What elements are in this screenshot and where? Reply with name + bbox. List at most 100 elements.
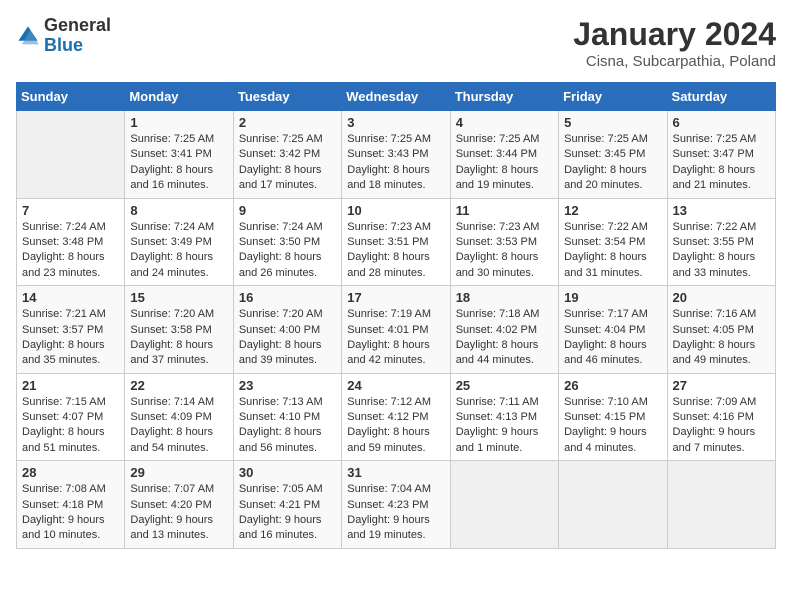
day-number: 26 [564, 378, 661, 393]
calendar-title: January 2024 [573, 16, 776, 53]
day-number: 16 [239, 290, 336, 305]
calendar-cell: 18 Sunrise: 7:18 AMSunset: 4:02 PMDayligh… [450, 286, 558, 374]
calendar-cell [559, 461, 667, 549]
calendar-cell: 2 Sunrise: 7:25 AMSunset: 3:42 PMDaylight… [233, 111, 341, 199]
calendar-cell: 24 Sunrise: 7:12 AMSunset: 4:12 PMDayligh… [342, 373, 450, 461]
day-info: Sunrise: 7:05 AMSunset: 4:21 PMDaylight:… [239, 482, 336, 544]
day-number: 1 [130, 115, 227, 130]
day-info: Sunrise: 7:17 AMSunset: 4:04 PMDaylight:… [564, 307, 661, 369]
calendar-cell: 26 Sunrise: 7:10 AMSunset: 4:15 PMDayligh… [559, 373, 667, 461]
day-info: Sunrise: 7:23 AMSunset: 3:51 PMDaylight:… [347, 220, 444, 282]
calendar-cell: 17 Sunrise: 7:19 AMSunset: 4:01 PMDayligh… [342, 286, 450, 374]
day-number: 19 [564, 290, 661, 305]
day-info: Sunrise: 7:25 AMSunset: 3:47 PMDaylight:… [673, 132, 770, 194]
calendar-cell: 16 Sunrise: 7:20 AMSunset: 4:00 PMDayligh… [233, 286, 341, 374]
day-info: Sunrise: 7:14 AMSunset: 4:09 PMDaylight:… [130, 395, 227, 457]
calendar-cell: 22 Sunrise: 7:14 AMSunset: 4:09 PMDayligh… [125, 373, 233, 461]
day-info: Sunrise: 7:15 AMSunset: 4:07 PMDaylight:… [22, 395, 119, 457]
day-info: Sunrise: 7:24 AMSunset: 3:49 PMDaylight:… [130, 220, 227, 282]
day-number: 24 [347, 378, 444, 393]
day-number: 18 [456, 290, 553, 305]
calendar-subtitle: Cisna, Subcarpathia, Poland [573, 53, 776, 70]
calendar-cell: 11 Sunrise: 7:23 AMSunset: 3:53 PMDayligh… [450, 198, 558, 286]
day-info: Sunrise: 7:04 AMSunset: 4:23 PMDaylight:… [347, 482, 444, 544]
calendar-cell: 4Sunrise: 7:25 AMSunset: 3:44 PMDaylight… [450, 111, 558, 199]
day-number: 3 [347, 115, 444, 130]
calendar-cell: 21 Sunrise: 7:15 AMSunset: 4:07 PMDayligh… [17, 373, 125, 461]
weekday-header-saturday: Saturday [667, 83, 775, 111]
day-number: 21 [22, 378, 119, 393]
title-block: January 2024 Cisna, Subcarpathia, Poland [573, 16, 776, 70]
day-number: 22 [130, 378, 227, 393]
day-info: Sunrise: 7:07 AMSunset: 4:20 PMDaylight:… [130, 482, 227, 544]
calendar-cell: 6 Sunrise: 7:25 AMSunset: 3:47 PMDaylight… [667, 111, 775, 199]
day-number: 8 [130, 203, 227, 218]
calendar-cell: 14 Sunrise: 7:21 AMSunset: 3:57 PMDayligh… [17, 286, 125, 374]
calendar-cell: 3 Sunrise: 7:25 AMSunset: 3:43 PMDaylight… [342, 111, 450, 199]
day-info: Sunrise: 7:21 AMSunset: 3:57 PMDaylight:… [22, 307, 119, 369]
logo-text: General Blue [44, 16, 111, 56]
day-number: 30 [239, 465, 336, 480]
day-number: 17 [347, 290, 444, 305]
day-number: 9 [239, 203, 336, 218]
weekday-header-monday: Monday [125, 83, 233, 111]
day-number: 31 [347, 465, 444, 480]
calendar-cell: 1Sunrise: 7:25 AMSunset: 3:41 PMDaylight… [125, 111, 233, 199]
calendar-cell: 8 Sunrise: 7:24 AMSunset: 3:49 PMDaylight… [125, 198, 233, 286]
day-number: 23 [239, 378, 336, 393]
day-info: Sunrise: 7:19 AMSunset: 4:01 PMDaylight:… [347, 307, 444, 369]
day-number: 2 [239, 115, 336, 130]
calendar-cell [450, 461, 558, 549]
calendar-cell: 31 Sunrise: 7:04 AMSunset: 4:23 PMDayligh… [342, 461, 450, 549]
day-number: 28 [22, 465, 119, 480]
page-header: General Blue January 2024 Cisna, Subcarp… [16, 16, 776, 70]
day-info: Sunrise: 7:22 AMSunset: 3:54 PMDaylight:… [564, 220, 661, 282]
weekday-header-sunday: Sunday [17, 83, 125, 111]
day-info: Sunrise: 7:18 AMSunset: 4:02 PMDaylight:… [456, 307, 553, 369]
day-number: 11 [456, 203, 553, 218]
day-info: Sunrise: 7:20 AMSunset: 3:58 PMDaylight:… [130, 307, 227, 369]
day-info: Sunrise: 7:25 AMSunset: 3:42 PMDaylight:… [239, 132, 336, 194]
weekday-header-thursday: Thursday [450, 83, 558, 111]
calendar-cell [17, 111, 125, 199]
weekday-header-wednesday: Wednesday [342, 83, 450, 111]
day-info: Sunrise: 7:24 AMSunset: 3:48 PMDaylight:… [22, 220, 119, 282]
calendar-cell: 28 Sunrise: 7:08 AMSunset: 4:18 PMDayligh… [17, 461, 125, 549]
calendar-cell: 27Sunrise: 7:09 AMSunset: 4:16 PMDayligh… [667, 373, 775, 461]
calendar-cell: 19 Sunrise: 7:17 AMSunset: 4:04 PMDayligh… [559, 286, 667, 374]
day-info: Sunrise: 7:08 AMSunset: 4:18 PMDaylight:… [22, 482, 119, 544]
day-info: Sunrise: 7:20 AMSunset: 4:00 PMDaylight:… [239, 307, 336, 369]
day-info: Sunrise: 7:12 AMSunset: 4:12 PMDaylight:… [347, 395, 444, 457]
day-number: 15 [130, 290, 227, 305]
day-number: 12 [564, 203, 661, 218]
day-number: 14 [22, 290, 119, 305]
day-number: 29 [130, 465, 227, 480]
day-info: Sunrise: 7:10 AMSunset: 4:15 PMDaylight:… [564, 395, 661, 457]
day-info: Sunrise: 7:23 AMSunset: 3:53 PMDaylight:… [456, 220, 553, 282]
calendar-cell: 20Sunrise: 7:16 AMSunset: 4:05 PMDayligh… [667, 286, 775, 374]
day-number: 13 [673, 203, 770, 218]
calendar-cell: 23Sunrise: 7:13 AMSunset: 4:10 PMDayligh… [233, 373, 341, 461]
calendar-cell: 12 Sunrise: 7:22 AMSunset: 3:54 PMDayligh… [559, 198, 667, 286]
logo: General Blue [16, 16, 111, 56]
day-info: Sunrise: 7:11 AMSunset: 4:13 PMDaylight:… [456, 395, 553, 457]
day-number: 6 [673, 115, 770, 130]
calendar-cell: 13 Sunrise: 7:22 AMSunset: 3:55 PMDayligh… [667, 198, 775, 286]
calendar-cell: 7Sunrise: 7:24 AMSunset: 3:48 PMDaylight… [17, 198, 125, 286]
day-info: Sunrise: 7:22 AMSunset: 3:55 PMDaylight:… [673, 220, 770, 282]
calendar-cell: 15 Sunrise: 7:20 AMSunset: 3:58 PMDayligh… [125, 286, 233, 374]
day-number: 5 [564, 115, 661, 130]
calendar-cell [667, 461, 775, 549]
calendar-table: SundayMondayTuesdayWednesdayThursdayFrid… [16, 82, 776, 549]
day-info: Sunrise: 7:25 AMSunset: 3:45 PMDaylight:… [564, 132, 661, 194]
day-info: Sunrise: 7:16 AMSunset: 4:05 PMDaylight:… [673, 307, 770, 369]
day-info: Sunrise: 7:24 AMSunset: 3:50 PMDaylight:… [239, 220, 336, 282]
weekday-header-tuesday: Tuesday [233, 83, 341, 111]
calendar-cell: 5 Sunrise: 7:25 AMSunset: 3:45 PMDaylight… [559, 111, 667, 199]
weekday-header-friday: Friday [559, 83, 667, 111]
day-number: 25 [456, 378, 553, 393]
logo-icon [16, 24, 40, 48]
calendar-cell: 30 Sunrise: 7:05 AMSunset: 4:21 PMDayligh… [233, 461, 341, 549]
day-number: 4 [456, 115, 553, 130]
day-info: Sunrise: 7:25 AMSunset: 3:43 PMDaylight:… [347, 132, 444, 194]
